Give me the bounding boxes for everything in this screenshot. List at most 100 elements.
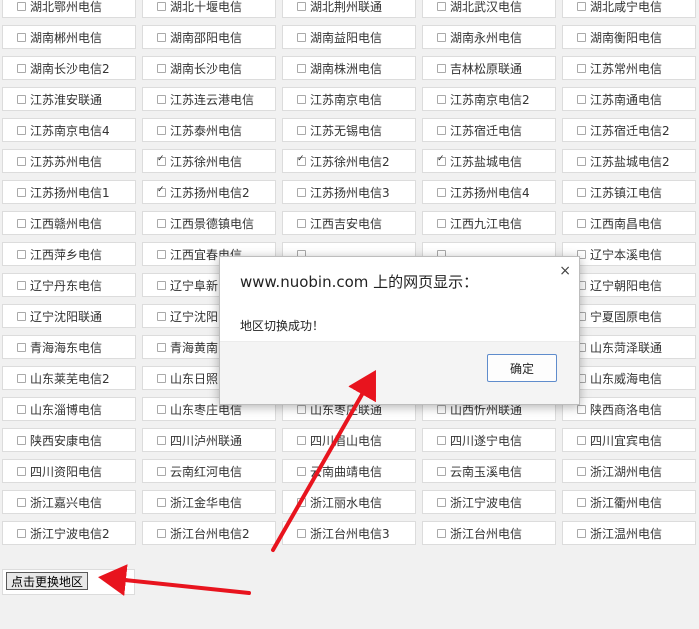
region-option[interactable]: 山东威海电信 (562, 366, 696, 390)
region-option[interactable]: 浙江宁波电信2 (2, 521, 136, 545)
region-option[interactable]: 江苏盐城电信 (422, 149, 556, 173)
region-checkbox[interactable] (157, 125, 166, 135)
region-checkbox[interactable] (577, 404, 586, 414)
region-option[interactable]: 四川遂宁电信 (422, 428, 556, 452)
region-option[interactable]: 浙江丽水电信 (282, 490, 416, 514)
region-checkbox[interactable] (437, 404, 446, 414)
region-option[interactable]: 湖南长沙电信2 (2, 56, 136, 80)
region-option[interactable]: 山东莱芜电信2 (2, 366, 136, 390)
region-checkbox[interactable] (157, 435, 166, 445)
region-option[interactable]: 宁夏固原电信 (562, 304, 696, 328)
region-option[interactable]: 浙江温州电信 (562, 521, 696, 545)
region-option[interactable]: 江西景德镇电信 (142, 211, 276, 235)
region-option[interactable]: 江苏宿迁电信2 (562, 118, 696, 142)
region-checkbox[interactable] (437, 94, 446, 104)
region-option[interactable]: 浙江金华电信 (142, 490, 276, 514)
region-checkbox[interactable] (17, 32, 26, 42)
region-checkbox[interactable] (157, 153, 166, 166)
region-checkbox[interactable] (17, 187, 26, 197)
region-option[interactable]: 江苏扬州电信1 (2, 180, 136, 204)
region-checkbox[interactable] (297, 404, 306, 414)
region-option[interactable]: 山东淄博电信 (2, 397, 136, 421)
region-option[interactable]: 江苏淮安联通 (2, 87, 136, 111)
region-checkbox[interactable] (17, 404, 26, 414)
region-checkbox[interactable] (297, 153, 306, 166)
region-option[interactable]: 云南曲靖电信 (282, 459, 416, 483)
region-checkbox[interactable] (437, 187, 446, 197)
region-option[interactable]: 江西赣州电信 (2, 211, 136, 235)
close-icon[interactable]: × (559, 263, 571, 279)
dialog-ok-button[interactable]: 确定 (487, 354, 557, 382)
region-checkbox[interactable] (297, 466, 306, 476)
region-checkbox[interactable] (437, 125, 446, 135)
region-checkbox[interactable] (437, 466, 446, 476)
region-checkbox[interactable] (297, 218, 306, 228)
region-checkbox[interactable] (17, 63, 26, 73)
region-option[interactable]: 湖北咸宁电信 (562, 0, 696, 18)
region-checkbox[interactable] (297, 528, 306, 538)
region-checkbox[interactable] (437, 32, 446, 42)
region-checkbox[interactable] (17, 1, 26, 11)
region-option[interactable]: 湖南邵阳电信 (142, 25, 276, 49)
region-checkbox[interactable] (17, 342, 26, 352)
region-option[interactable]: 浙江宁波电信 (422, 490, 556, 514)
region-option[interactable]: 江苏南京电信4 (2, 118, 136, 142)
region-checkbox[interactable] (437, 435, 446, 445)
region-checkbox[interactable] (577, 187, 586, 197)
region-checkbox[interactable] (17, 466, 26, 476)
region-option[interactable]: 浙江嘉兴电信 (2, 490, 136, 514)
region-option[interactable]: 江西九江电信 (422, 211, 556, 235)
region-checkbox[interactable] (157, 184, 166, 197)
region-checkbox[interactable] (577, 156, 586, 166)
region-checkbox[interactable] (157, 218, 166, 228)
region-option[interactable]: 陕西安康电信 (2, 428, 136, 452)
region-checkbox[interactable] (17, 156, 26, 166)
region-option[interactable]: 湖南长沙电信 (142, 56, 276, 80)
region-option[interactable]: 辽宁丹东电信 (2, 273, 136, 297)
region-option[interactable]: 吉林松原联通 (422, 56, 556, 80)
region-option[interactable]: 四川资阳电信 (2, 459, 136, 483)
region-checkbox[interactable] (157, 1, 166, 11)
region-option[interactable]: 江苏徐州电信2 (282, 149, 416, 173)
region-option[interactable]: 浙江台州电信3 (282, 521, 416, 545)
region-checkbox[interactable] (157, 32, 166, 42)
region-checkbox[interactable] (17, 218, 26, 228)
region-option[interactable]: 江苏无锡电信 (282, 118, 416, 142)
region-checkbox[interactable] (437, 528, 446, 538)
region-checkbox[interactable] (157, 94, 166, 104)
region-checkbox[interactable] (437, 218, 446, 228)
region-checkbox[interactable] (297, 435, 306, 445)
region-option[interactable]: 江苏扬州电信4 (422, 180, 556, 204)
region-option[interactable]: 江苏常州电信 (562, 56, 696, 80)
region-checkbox[interactable] (577, 218, 586, 228)
region-checkbox[interactable] (577, 528, 586, 538)
region-option[interactable]: 浙江衢州电信 (562, 490, 696, 514)
region-checkbox[interactable] (437, 497, 446, 507)
region-option[interactable]: 湖南株洲电信 (282, 56, 416, 80)
region-option[interactable]: 江苏宿迁电信 (422, 118, 556, 142)
region-checkbox[interactable] (157, 63, 166, 73)
region-checkbox[interactable] (577, 32, 586, 42)
region-checkbox[interactable] (17, 94, 26, 104)
region-option[interactable]: 四川眉山电信 (282, 428, 416, 452)
region-checkbox[interactable] (157, 373, 166, 383)
region-checkbox[interactable] (577, 125, 586, 135)
region-checkbox[interactable] (297, 32, 306, 42)
region-checkbox[interactable] (157, 404, 166, 414)
switch-region-button[interactable]: 点击更换地区 (6, 572, 89, 590)
region-option[interactable]: 辽宁本溪电信 (562, 242, 696, 266)
region-option[interactable]: 湖南益阳电信 (282, 25, 416, 49)
region-checkbox[interactable] (437, 153, 446, 166)
region-option[interactable]: 江苏南京电信 (282, 87, 416, 111)
region-option[interactable]: 湖南郴州电信 (2, 25, 136, 49)
region-option[interactable]: 山东菏泽联通 (562, 335, 696, 359)
region-option[interactable]: 江苏南通电信 (562, 87, 696, 111)
region-option[interactable]: 江苏扬州电信3 (282, 180, 416, 204)
region-option[interactable]: 云南红河电信 (142, 459, 276, 483)
region-option[interactable]: 江苏徐州电信 (142, 149, 276, 173)
region-checkbox[interactable] (297, 63, 306, 73)
region-option[interactable]: 浙江台州电信2 (142, 521, 276, 545)
region-checkbox[interactable] (577, 435, 586, 445)
region-checkbox[interactable] (577, 466, 586, 476)
region-option[interactable]: 江苏扬州电信2 (142, 180, 276, 204)
